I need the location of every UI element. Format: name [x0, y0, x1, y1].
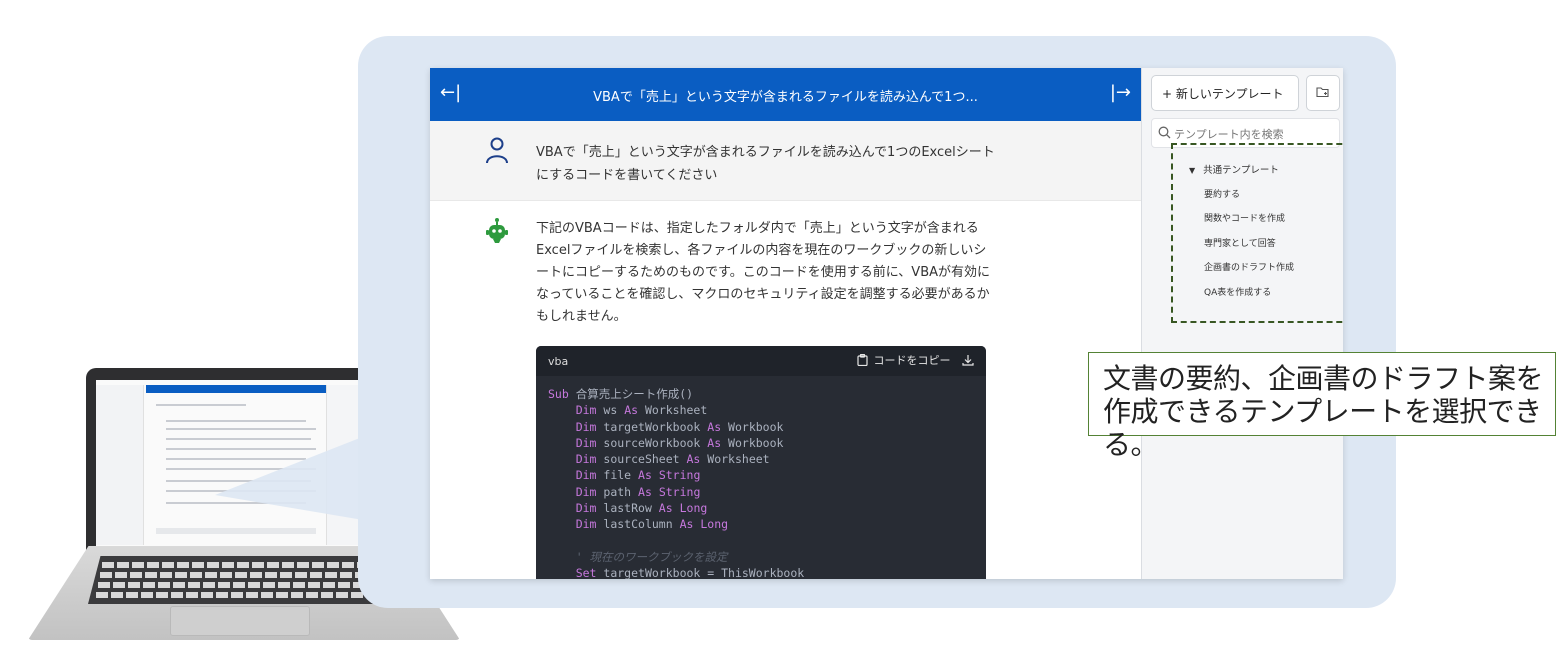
collapse-right-icon[interactable]: |→ [1110, 82, 1131, 103]
mini-text-line [166, 458, 306, 460]
annotation-box: 文書の要約、企画書のドラフト案を 作成できるテンプレートを選択できる。 [1088, 352, 1556, 461]
laptop-keyboard [88, 556, 400, 604]
mini-text-line [166, 438, 311, 440]
chat-area: ←| VBAで「売上」という文字が含まれるファイルを読み込んで1つ... |→ … [430, 68, 1141, 579]
user-message: VBAで「売上」という文字が含まれるファイルを読み込んで1つのExcelシートに… [430, 121, 1141, 201]
new-folder-button[interactable] [1306, 75, 1340, 111]
annotation-line-1: 文書の要約、企画書のドラフト案を [1103, 362, 1544, 395]
code-line: Dim path As String [575, 484, 701, 499]
bot-message: 下記のVBAコードは、指定したフォルダ内で「売上」という文字が含まれるExcel… [430, 201, 1141, 579]
collapse-left-icon[interactable]: ←| [440, 82, 461, 103]
chat-title: VBAで「売上」という文字が含まれるファイルを読み込んで1つ... [593, 90, 978, 105]
code-line: Dim targetWorkbook As Workbook [575, 419, 784, 434]
key-row [100, 572, 388, 578]
code-line: Dim lastRow As Long [575, 501, 708, 516]
code-line: Dim sourceWorkbook As Workbook [575, 435, 784, 450]
code-line: Sub 合算売上シート作成() [548, 387, 694, 401]
mini-input [156, 528, 316, 534]
mini-text-line [166, 448, 316, 450]
bot-message-text: 下記のVBAコードは、指定したフォルダ内で「売上」という文字が含まれるExcel… [536, 221, 991, 324]
caret-down-icon: ▼ [1189, 166, 1196, 175]
template-search-input[interactable] [1174, 125, 1334, 143]
mini-text-line [166, 420, 306, 422]
template-item-function-code[interactable]: 関数やコードを作成 [1204, 211, 1285, 224]
key-row [98, 582, 390, 588]
stage: ←| VBAで「売上」という文字が含まれるファイルを読み込んで1つ... |→ … [0, 0, 1568, 663]
code-line: Dim sourceSheet As Worksheet [575, 452, 770, 467]
code-line: Dim file As String [575, 468, 701, 483]
chat-header: ←| VBAで「売上」という文字が含まれるファイルを読み込んで1つ... |→ [430, 68, 1141, 121]
template-item-summarize[interactable]: 要約する [1204, 187, 1240, 200]
bot-icon [486, 218, 508, 243]
new-template-button[interactable]: + 新しいテンプレート [1151, 75, 1299, 111]
code-line: ' 現在のワークブックを設定 [575, 549, 728, 564]
download-icon [962, 355, 974, 366]
key-row [102, 562, 386, 568]
code-line: Dim lastColumn As Long [575, 517, 729, 532]
template-panel: + 新しいテンプレート ▼共通テンプレート 要約する 関数やコ [1141, 68, 1343, 579]
mini-text-line [166, 428, 316, 430]
template-item-qa-table[interactable]: QA表を作成する [1204, 285, 1271, 298]
key-row [96, 592, 392, 598]
user-message-text: VBAで「売上」という文字が含まれるファイルを読み込んで1つのExcelシートに… [536, 145, 995, 183]
copy-code-label: コードをコピー [873, 354, 951, 367]
annotation-line-2: 作成できるテンプレートを選択できる。 [1103, 395, 1542, 461]
template-tree-highlight: ▼ 共通テンプレート 要約する 関数やコードを作成 専門家として回答 企画書のドラ… [1171, 143, 1343, 323]
copy-code-button[interactable]: コードをコピー [856, 352, 975, 368]
user-icon [486, 137, 508, 164]
search-icon [1158, 126, 1171, 139]
code-body: Sub 合算売上シート作成() Dim ws As Worksheet Dim … [548, 386, 804, 579]
app-window: ←| VBAで「売上」という文字が含まれるファイルを読み込んで1つ... |→ … [430, 68, 1343, 579]
template-item-expert-answer[interactable]: 専門家として回答 [1204, 236, 1276, 249]
template-group-common[interactable]: ▼ 共通テンプレート [1189, 162, 1279, 176]
code-line: Dim ws As Worksheet [575, 403, 708, 418]
code-block: vba コードをコピー Sub 合算売上シート作成() Dim ws As Wo [536, 346, 986, 579]
template-group-label: 共通テンプレート [1203, 165, 1279, 176]
clipboard-icon [856, 353, 868, 367]
mini-text-line [156, 404, 246, 406]
code-line: Set targetWorkbook = ThisWorkbook [575, 566, 805, 579]
code-header: vba コードをコピー [536, 346, 986, 376]
template-item-proposal-draft[interactable]: 企画書のドラフト作成 [1204, 260, 1294, 273]
mini-sidebar [96, 385, 144, 545]
code-language-label: vba [548, 355, 569, 368]
laptop-trackpad [170, 606, 310, 636]
folder-add-icon [1316, 86, 1329, 97]
mini-header [146, 385, 326, 393]
